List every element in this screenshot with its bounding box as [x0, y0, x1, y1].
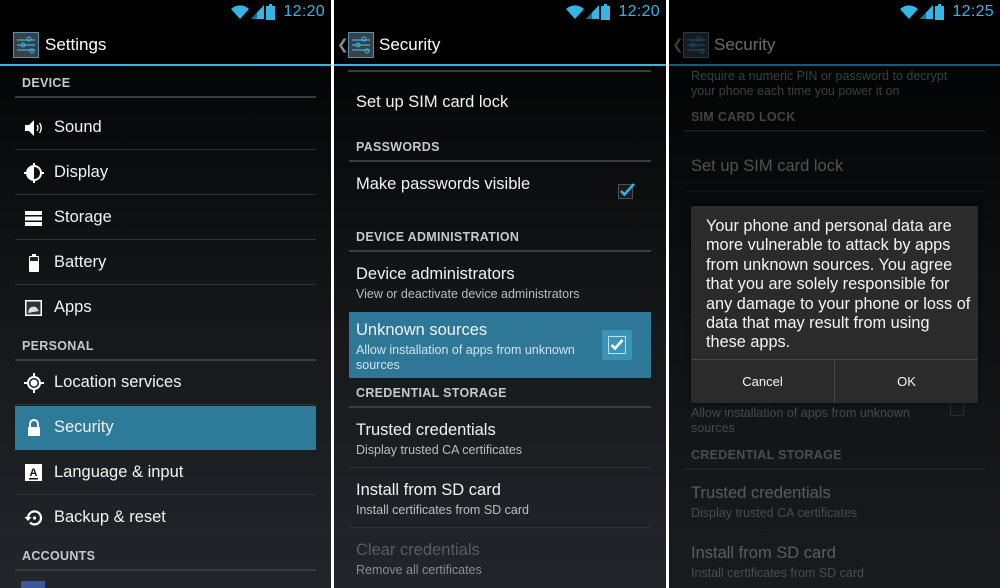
- checkbox-checked[interactable]: [608, 336, 626, 354]
- location-icon: [24, 373, 44, 393]
- clock: 12:20: [618, 3, 660, 20]
- action-bar: ❮ Security: [334, 24, 666, 66]
- up-chevron-icon[interactable]: ❮: [337, 36, 349, 53]
- settings-item-sound[interactable]: Sound: [15, 106, 316, 150]
- dialog-message: Your phone and personal data are more vu…: [706, 217, 971, 352]
- apps-icon: [25, 300, 42, 316]
- pref-unknown-sources[interactable]: Unknown sources Allow installation of ap…: [349, 312, 651, 378]
- category-header: DEVICE: [15, 68, 316, 98]
- settings-sliders-icon[interactable]: [348, 32, 374, 58]
- settings-list: DEVICE Sound Display Storage Battery App…: [0, 68, 331, 588]
- clock: 12:20: [283, 3, 325, 20]
- action-bar: ❮ Security: [669, 24, 1000, 66]
- clock: 12:25: [952, 3, 994, 20]
- settings-sliders-icon[interactable]: [13, 32, 39, 58]
- wifi-icon: [900, 5, 919, 19]
- facebook-account-icon[interactable]: [21, 581, 45, 588]
- settings-item-battery[interactable]: Battery: [15, 241, 316, 285]
- checkbox-checked[interactable]: [618, 182, 636, 200]
- lock-icon: [28, 419, 40, 436]
- signal-icon: [920, 5, 934, 19]
- settings-item-location[interactable]: Location services: [15, 361, 316, 405]
- pref-trusted-credentials[interactable]: Trusted credentials Display trusted CA c…: [349, 408, 651, 468]
- action-bar: Settings: [0, 24, 331, 66]
- settings-item-backup[interactable]: Backup & reset: [15, 496, 316, 540]
- category-header: CREDENTIAL STORAGE: [349, 378, 651, 408]
- ok-button[interactable]: OK: [834, 360, 978, 403]
- security-warning-screen: 12:25 ❮ Security Require a numeric PIN o…: [669, 0, 1000, 588]
- battery-icon: [29, 254, 39, 272]
- signal-icon: [251, 5, 265, 19]
- language-icon: A: [25, 464, 42, 481]
- svg-text:A: A: [30, 467, 38, 479]
- storage-icon: [25, 211, 42, 226]
- pref-device-administrators[interactable]: Device administrators View or deactivate…: [349, 252, 651, 312]
- pref-make-passwords-visible[interactable]: Make passwords visible: [349, 162, 651, 222]
- category-header: PERSONAL: [15, 331, 316, 361]
- wifi-icon: [231, 5, 250, 19]
- backup-icon: [24, 510, 43, 526]
- status-bar: 12:20: [0, 0, 331, 24]
- page-title: Security: [379, 35, 441, 54]
- settings-item-display[interactable]: Display: [15, 151, 316, 195]
- cancel-button[interactable]: Cancel: [691, 360, 834, 403]
- settings-item-security[interactable]: Security: [15, 406, 316, 450]
- settings-screen: 12:20 Settings DEVICE Sound Display Stor…: [0, 0, 331, 588]
- security-list: Set up SIM card lock PASSWORDS Make pass…: [334, 68, 666, 588]
- signal-icon: [586, 5, 600, 19]
- sound-icon: [25, 120, 42, 136]
- pref-install-from-sd[interactable]: Install from SD card Install certificate…: [349, 468, 651, 528]
- category-header: ACCOUNTS: [15, 541, 316, 571]
- display-brightness-icon: [24, 163, 44, 183]
- battery-icon: [266, 4, 276, 20]
- pref-sim-lock[interactable]: Set up SIM card lock: [349, 72, 651, 132]
- unknown-sources-warning-dialog: Your phone and personal data are more vu…: [691, 206, 978, 403]
- status-bar: 12:25: [669, 0, 1000, 24]
- pref-clear-credentials: Clear credentials Remove all certificate…: [356, 541, 482, 577]
- dialog-buttons: Cancel OK: [691, 359, 978, 403]
- settings-sliders-icon: [683, 32, 709, 58]
- up-chevron-icon: ❮: [672, 36, 684, 52]
- wifi-icon: [566, 5, 585, 19]
- category-header: DEVICE ADMINISTRATION: [349, 222, 651, 252]
- status-bar: 12:20: [334, 0, 666, 24]
- settings-item-apps[interactable]: Apps: [15, 286, 316, 330]
- category-header: PASSWORDS: [349, 132, 651, 162]
- security-screen: 12:20 ❮ Security Set up SIM card lock PA…: [334, 0, 666, 588]
- battery-icon: [935, 4, 945, 20]
- settings-item-language[interactable]: A Language & input: [15, 451, 316, 495]
- page-title: Security: [714, 35, 776, 54]
- page-title: Settings: [45, 35, 107, 54]
- battery-icon: [601, 4, 611, 20]
- settings-item-storage[interactable]: Storage: [15, 196, 316, 240]
